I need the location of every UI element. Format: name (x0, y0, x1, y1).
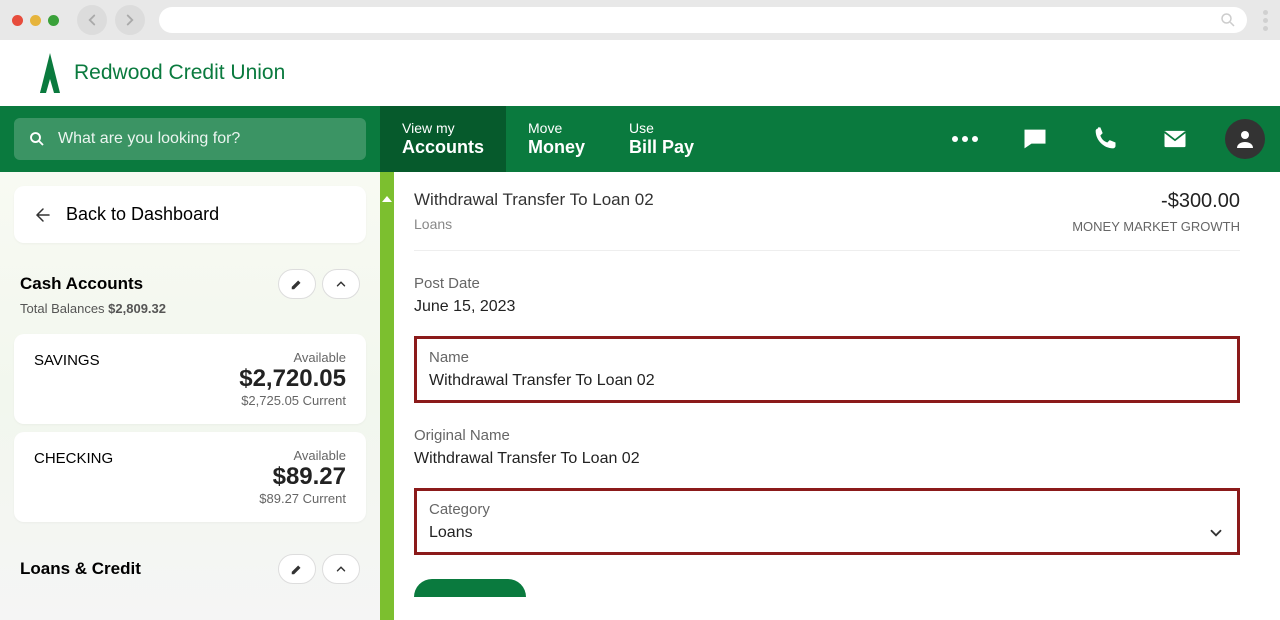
chevron-up-icon (334, 277, 348, 291)
edit-loans-button[interactable] (278, 554, 316, 584)
brand-logo[interactable]: Redwood Credit Union (36, 51, 285, 95)
arrow-right-icon (121, 11, 139, 29)
original-name-value: Withdrawal Transfer To Loan 02 (414, 450, 1240, 468)
window-maximize[interactable] (48, 15, 59, 26)
window-controls (12, 15, 59, 26)
section-title: Loans & Credit (20, 559, 141, 579)
category-label: Category (429, 501, 1225, 518)
category-value: Loans (429, 524, 473, 542)
section-title: Cash Accounts (20, 274, 143, 294)
transaction-header: Withdrawal Transfer To Loan 02 Loans -$3… (414, 182, 1240, 251)
transaction-category-short: Loans (414, 216, 654, 232)
window-close[interactable] (12, 15, 23, 26)
dots-horizontal-icon (952, 136, 978, 142)
transaction-source: MONEY MARKET GROWTH (1072, 219, 1240, 234)
nav-label-line1: View my (402, 120, 484, 137)
nav-chat-button[interactable] (1000, 106, 1070, 172)
nav-money[interactable]: Move Money (506, 106, 607, 172)
account-amount: $2,720.05 (239, 365, 346, 393)
name-field-highlight: Name Withdrawal Transfer To Loan 02 (414, 336, 1240, 403)
scroll-up-icon (380, 192, 394, 206)
collapse-accounts-button[interactable] (322, 269, 360, 299)
post-date-field: Post Date June 15, 2023 (414, 275, 1240, 316)
post-date-label: Post Date (414, 275, 1240, 292)
nav-label-line2: Money (528, 137, 585, 159)
category-select[interactable]: Loans (429, 524, 1225, 542)
account-name: CHECKING (34, 448, 113, 467)
save-button[interactable] (414, 579, 526, 597)
account-name: SAVINGS (34, 350, 100, 369)
account-amount: $89.27 (259, 463, 346, 491)
transaction-amount: -$300.00 (1072, 190, 1240, 213)
mail-icon (1161, 125, 1189, 153)
nav-billpay[interactable]: Use Bill Pay (607, 106, 716, 172)
browser-forward-button[interactable] (115, 5, 145, 35)
primary-nav: View my Accounts Move Money Use Bill Pay (0, 106, 1280, 172)
loans-credit-header: Loans & Credit (14, 550, 366, 586)
original-name-label: Original Name (414, 427, 1240, 444)
account-current: $89.27 Current (259, 491, 346, 506)
account-savings[interactable]: SAVINGS Available $2,720.05 $2,725.05 Cu… (14, 334, 366, 424)
browser-back-button[interactable] (77, 5, 107, 35)
nav-profile-button[interactable] (1210, 106, 1280, 172)
arrow-left-icon (34, 206, 52, 224)
name-value[interactable]: Withdrawal Transfer To Loan 02 (429, 372, 1225, 390)
transaction-title: Withdrawal Transfer To Loan 02 (414, 190, 654, 210)
search-icon (1219, 11, 1237, 29)
post-date-value: June 15, 2023 (414, 298, 1240, 316)
cash-accounts-header: Cash Accounts (14, 265, 366, 301)
scroll-strip[interactable] (380, 172, 394, 620)
collapse-loans-button[interactable] (322, 554, 360, 584)
logo-mark-icon (36, 51, 64, 95)
nav-mail-button[interactable] (1140, 106, 1210, 172)
sidebar: Back to Dashboard Cash Accounts Total Ba… (0, 172, 380, 620)
total-balances: Total Balances $2,809.32 (14, 301, 366, 326)
global-search-input[interactable] (58, 130, 352, 148)
browser-menu-button[interactable] (1263, 10, 1268, 31)
pencil-icon (290, 277, 304, 291)
nav-more-button[interactable] (930, 106, 1000, 172)
nav-label-line1: Move (528, 120, 585, 137)
pencil-icon (290, 562, 304, 576)
available-label: Available (239, 350, 346, 365)
available-label: Available (259, 448, 346, 463)
nav-label-line1: Use (629, 120, 694, 137)
category-field-highlight: Category Loans (414, 488, 1240, 555)
chat-icon (1021, 125, 1049, 153)
browser-chrome (0, 0, 1280, 40)
account-checking[interactable]: CHECKING Available $89.27 $89.27 Current (14, 432, 366, 522)
nav-label-line2: Accounts (402, 137, 484, 159)
global-search[interactable] (14, 118, 366, 160)
url-bar[interactable] (159, 7, 1247, 33)
chevron-up-icon (334, 562, 348, 576)
main-panel: Withdrawal Transfer To Loan 02 Loans -$3… (380, 172, 1280, 620)
chevron-down-icon (1207, 524, 1225, 542)
arrow-left-icon (83, 11, 101, 29)
nav-phone-button[interactable] (1070, 106, 1140, 172)
nav-accounts[interactable]: View my Accounts (380, 106, 506, 172)
avatar-icon (1225, 119, 1265, 159)
brand-name: Redwood Credit Union (74, 61, 285, 85)
back-to-dashboard[interactable]: Back to Dashboard (14, 186, 366, 243)
name-label: Name (429, 349, 1225, 366)
edit-accounts-button[interactable] (278, 269, 316, 299)
original-name-field: Original Name Withdrawal Transfer To Loa… (414, 427, 1240, 468)
phone-icon (1091, 125, 1119, 153)
nav-label-line2: Bill Pay (629, 137, 694, 159)
back-label: Back to Dashboard (66, 204, 219, 225)
window-minimize[interactable] (30, 15, 41, 26)
account-current: $2,725.05 Current (239, 393, 346, 408)
logo-bar: Redwood Credit Union (0, 40, 1280, 106)
search-icon (28, 130, 46, 148)
